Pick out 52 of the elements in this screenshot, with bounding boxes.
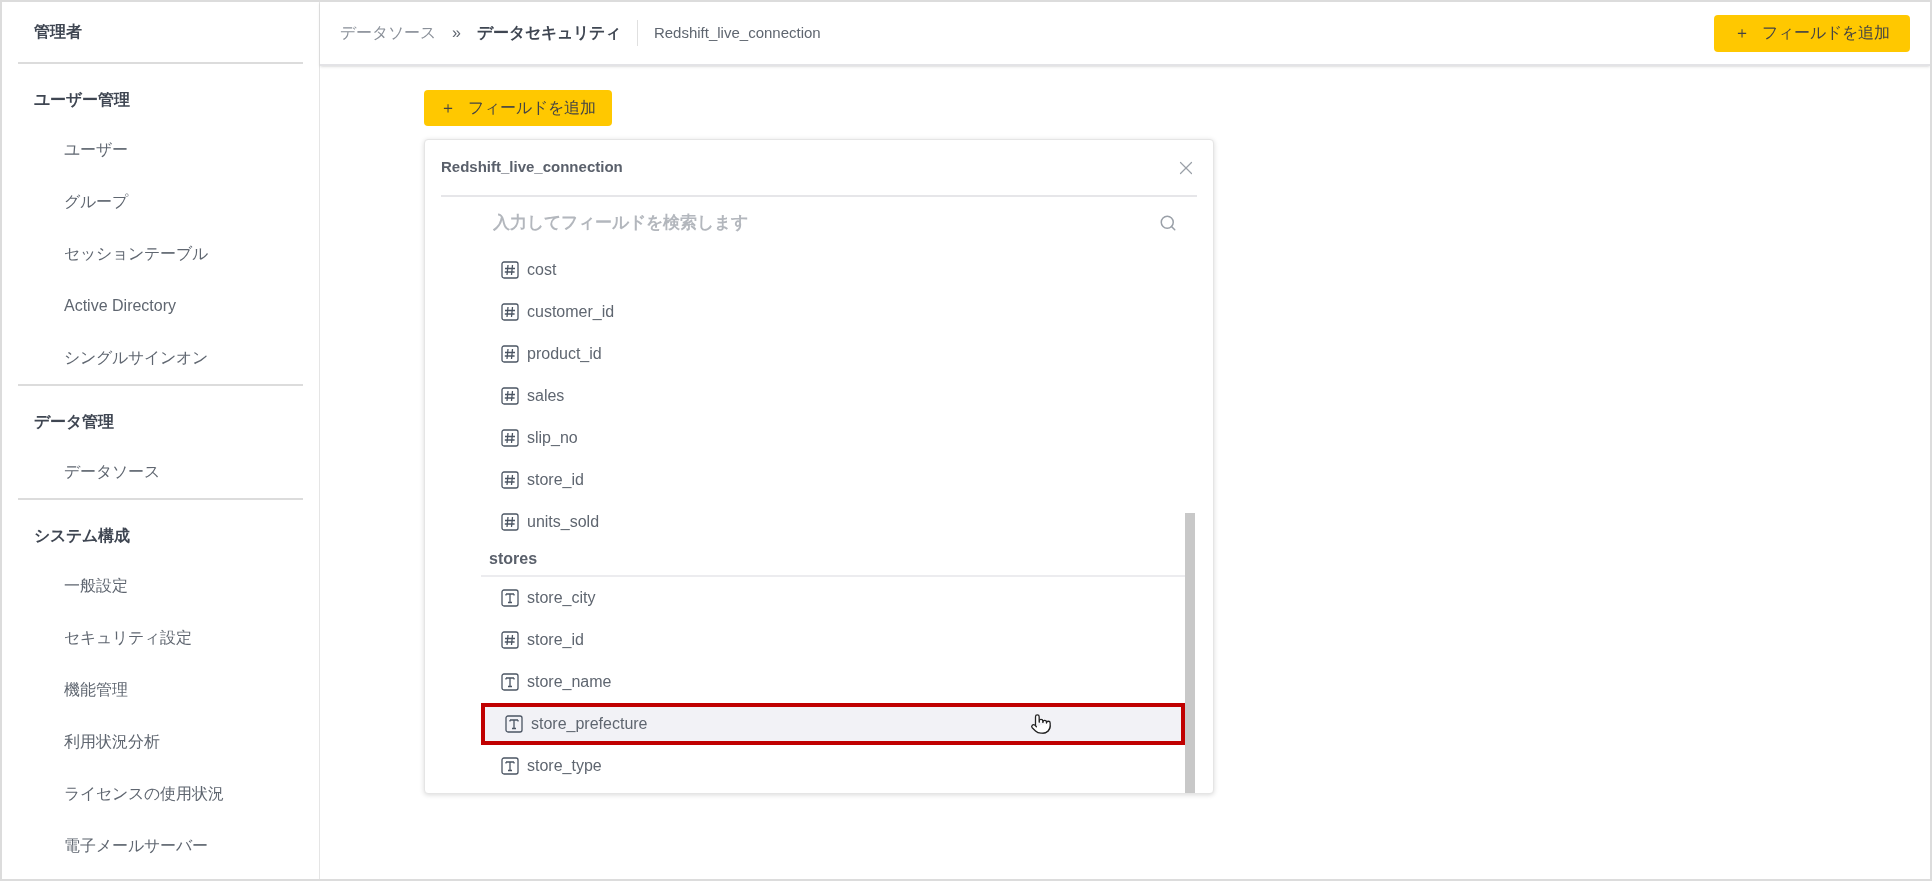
table-group-heading: stores [489,549,538,569]
text-type-icon [505,715,523,733]
number-type-icon [501,261,519,279]
scrollbar[interactable] [1185,513,1195,793]
number-type-icon [501,631,519,649]
field-list-item[interactable]: store_name [481,661,1185,703]
sidebar-section-heading: ユーザー管理 [34,90,130,110]
sidebar-item[interactable]: 利用状況分析 [18,716,303,768]
sidebar-item[interactable]: 一般設定 [18,560,303,612]
number-type-icon [501,387,519,405]
text-type-icon [501,589,519,607]
sidebar-title: 管理者 [34,22,82,42]
search-icon [1159,214,1177,232]
breadcrumb-link[interactable]: データソース [340,21,436,45]
connection-name: Redshift_live_connection [653,22,821,43]
field-list-item[interactable]: sales [481,375,1185,417]
sidebar-item[interactable]: Active Directory [18,280,303,332]
sidebar-item[interactable]: グループ [18,176,303,228]
sidebar-section-heading: データ管理 [34,412,114,432]
sidebar-section-heading: システム構成 [34,526,130,546]
field-list-item[interactable]: store_type [481,745,1185,787]
sidebar-item[interactable]: 機能管理 [18,664,303,716]
field-list-item[interactable]: store_prefecture [481,703,1185,745]
number-type-icon [501,303,519,321]
sidebar-item[interactable]: ユーザー [18,124,303,176]
field-list-item[interactable]: store_id [481,619,1185,661]
number-type-icon [501,513,519,531]
field-list-item[interactable]: customer_id [481,291,1185,333]
number-type-icon [501,345,519,363]
sidebar-item[interactable]: セッションテーブル [18,228,303,280]
add-field-button[interactable]: ＋ フィールドを追加 [424,90,612,126]
text-type-icon [501,673,519,691]
breadcrumb-separator: » [452,23,461,43]
field-list-item[interactable]: cost [481,249,1185,291]
field-list-item[interactable]: product_id [481,333,1185,375]
sidebar-item[interactable]: ライセンスの使用状況 [18,768,303,820]
sidebar-item[interactable]: セキュリティ設定 [18,612,303,664]
text-type-icon [501,757,519,775]
add-field-button[interactable]: ＋ フィールドを追加 [1714,14,1910,52]
sidebar-item[interactable]: データソース [18,446,303,498]
field-list-item[interactable]: units_sold [481,501,1185,543]
field-list-item[interactable]: store_id [481,459,1185,501]
panel-title: Redshift_live_connection [441,157,623,178]
breadcrumb-current: データセキュリティ [476,23,621,43]
number-type-icon [501,471,519,489]
sidebar-item[interactable]: シングルサインオン [18,332,303,384]
sidebar-item[interactable]: 電子メールサーバー [18,820,303,872]
hand-pointer-icon [1030,713,1052,735]
search-field[interactable]: 入力してフィールドを検索します [493,210,1159,236]
number-type-icon [501,429,519,447]
field-list-item[interactable]: slip_no [481,417,1185,459]
field-list-item[interactable]: store_city [481,577,1185,619]
